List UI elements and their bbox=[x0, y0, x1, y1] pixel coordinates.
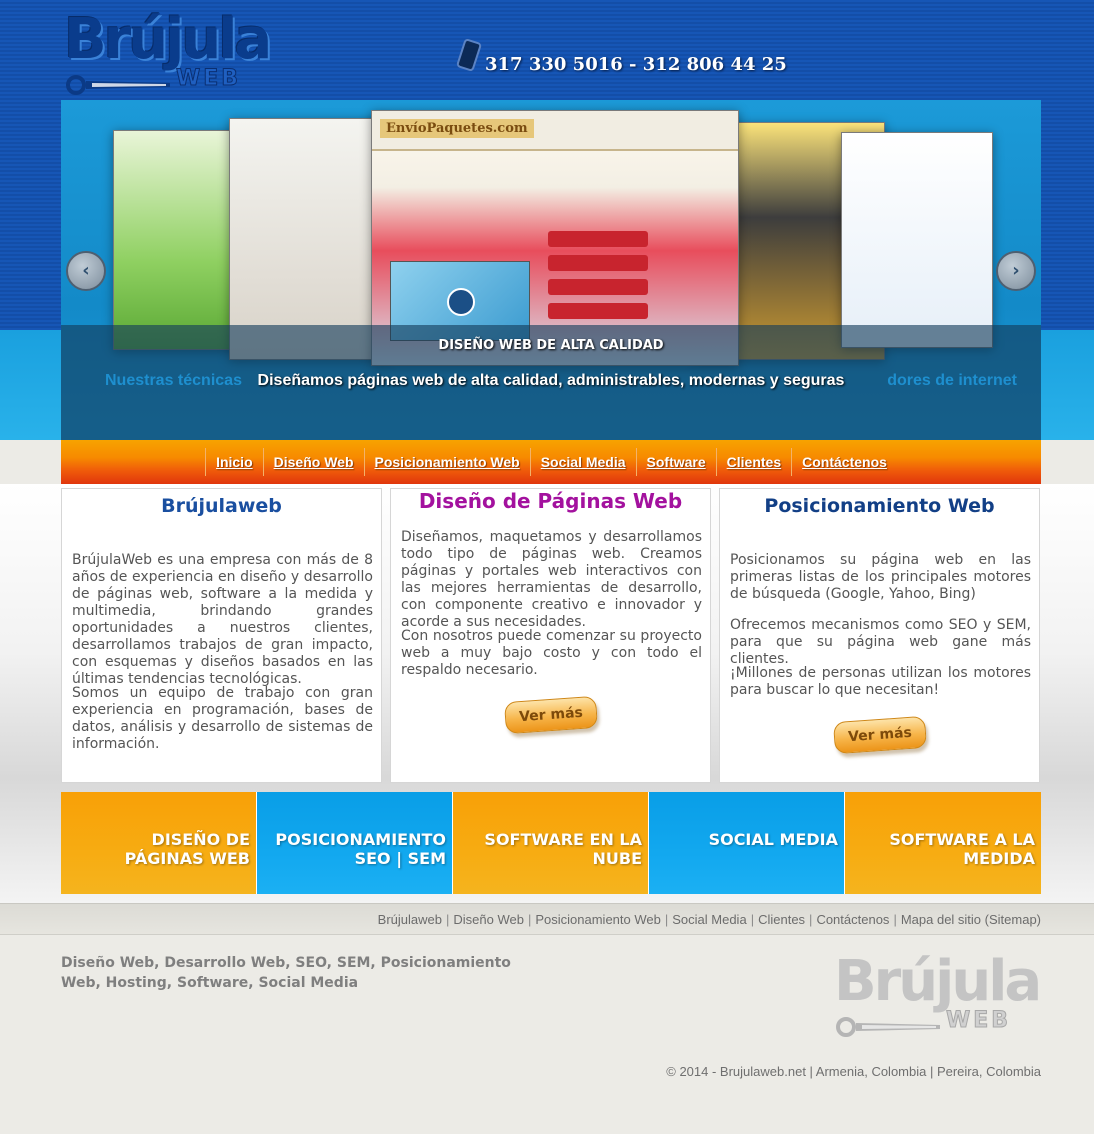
column-title: Brújulaweb bbox=[161, 495, 282, 517]
logo-text: Brújula bbox=[64, 7, 272, 72]
tile-label: SOCIAL MEDIA bbox=[708, 830, 838, 849]
nav-item-posicionamiento-web[interactable]: Posicionamiento Web bbox=[365, 448, 531, 476]
footer-logo: Brújula WEB bbox=[834, 950, 1044, 1045]
nav-item-contactenos[interactable]: Contáctenos bbox=[792, 448, 897, 476]
tile-software-nube[interactable]: SOFTWARE EN LA NUBE bbox=[453, 792, 649, 894]
footer-link-posicionamiento[interactable]: Posicionamiento Web bbox=[535, 912, 661, 927]
footer-link-diseno-web[interactable]: Diseño Web bbox=[453, 912, 524, 927]
column-paragraph: BrújulaWeb es una empresa con más de 8 a… bbox=[72, 552, 373, 687]
screenshot-header: EnvíoPaquetes.com bbox=[372, 111, 738, 151]
compass-needle-icon bbox=[836, 1017, 940, 1037]
footer-link-sitemap[interactable]: Mapa del sitio (Sitemap) bbox=[901, 912, 1041, 927]
slider-next-button[interactable]: › bbox=[996, 251, 1036, 291]
footer-separator: | bbox=[809, 912, 813, 927]
hero-slider: EnvíoPaquetes.com DISEÑO WEB DE ALTA CAL… bbox=[61, 100, 1041, 440]
service-tiles: DISEÑO DE PÁGINAS WEB POSICIONAMIENTO SE… bbox=[61, 792, 1041, 894]
logo-sub-text: WEB bbox=[175, 66, 242, 92]
nav-item-software[interactable]: Software bbox=[637, 448, 717, 476]
screenshot-logo: EnvíoPaquetes.com bbox=[380, 119, 534, 138]
footer-separator: | bbox=[527, 912, 532, 927]
chevron-right-icon: › bbox=[1012, 260, 1020, 281]
slide-text: Diseñamos páginas web de alta calidad, a… bbox=[257, 372, 845, 389]
footer-link-brujulaweb[interactable]: Brújulaweb bbox=[378, 912, 442, 927]
footer-logo-sub-text: WEB bbox=[945, 1008, 1012, 1034]
column-diseno-paginas: Diseño de Páginas Web Diseñamos, maqueta… bbox=[390, 488, 711, 783]
main-nav: Inicio Diseño Web Posicionamiento Web So… bbox=[61, 440, 1041, 484]
column-title: Posicionamiento Web bbox=[764, 495, 995, 517]
tile-label: SOFTWARE EN LA NUBE bbox=[484, 830, 642, 868]
footer-separator: | bbox=[893, 912, 897, 927]
slide-caption: DISEÑO WEB DE ALTA CALIDAD bbox=[438, 338, 664, 353]
tile-diseno-paginas[interactable]: DISEÑO DE PÁGINAS WEB bbox=[61, 792, 257, 894]
ver-mas-button[interactable]: Ver más bbox=[503, 695, 599, 735]
slider-prev-button[interactable]: ‹ bbox=[66, 251, 106, 291]
site-logo[interactable]: Brújula WEB bbox=[64, 7, 272, 98]
screenshot-button bbox=[548, 279, 648, 295]
screenshot-button bbox=[548, 303, 648, 319]
footer-separator: | bbox=[446, 912, 450, 927]
column-posicionamiento: Posicionamiento Web Posicionamos su pági… bbox=[719, 488, 1040, 783]
column-paragraph: Ofrecemos mecanismos como SEO y SEM, par… bbox=[730, 617, 1031, 667]
nav-item-social-media[interactable]: Social Media bbox=[531, 448, 637, 476]
slide-screenshot bbox=[841, 132, 993, 348]
column-paragraph: Con nosotros puede comenzar su proyecto … bbox=[401, 628, 702, 678]
footer-tagline: Diseño Web, Desarrollo Web, SEO, SEM, Po… bbox=[61, 955, 511, 991]
footer-separator: | bbox=[750, 912, 755, 927]
tile-social-media[interactable]: SOCIAL MEDIA bbox=[649, 792, 845, 894]
nav-item-diseno-web[interactable]: Diseño Web bbox=[264, 448, 365, 476]
compass-needle-icon bbox=[66, 75, 170, 95]
screenshot-button bbox=[548, 255, 648, 271]
tile-label: SOFTWARE A LA MEDIDA bbox=[889, 830, 1035, 868]
footer-links: Brújulaweb | Diseño Web | Posicionamiento We… bbox=[378, 912, 1041, 927]
tile-label: POSICIONAMIENTO SEO | SEM bbox=[275, 830, 446, 868]
footer-links-bar: Brújulaweb | Diseño Web | Posicionamiento We… bbox=[0, 903, 1094, 935]
column-title: Diseño de Páginas Web bbox=[418, 489, 683, 513]
footer-link-social-media[interactable]: Social Media bbox=[672, 912, 746, 927]
ver-mas-button[interactable]: Ver más bbox=[832, 715, 928, 755]
nav-item-clientes[interactable]: Clientes bbox=[717, 448, 793, 476]
footer-copyright: © 2014 - Brujulaweb.net | Armenia, Colom… bbox=[666, 1064, 1041, 1079]
phone-icon bbox=[455, 37, 483, 73]
column-paragraph: Posicionamos su página web en las primer… bbox=[730, 552, 1031, 602]
column-brujulaweb: Brújulaweb BrújulaWeb es una empresa con… bbox=[61, 488, 382, 783]
footer-link-clientes[interactable]: Clientes bbox=[758, 912, 805, 927]
play-icon bbox=[447, 288, 475, 316]
slide-screenshot bbox=[229, 118, 389, 360]
nav-items: Inicio Diseño Web Posicionamiento Web So… bbox=[61, 440, 1041, 484]
chevron-left-icon: ‹ bbox=[82, 260, 90, 281]
footer-separator: | bbox=[664, 912, 669, 927]
column-paragraph: ¡Millones de personas utilizan los motor… bbox=[730, 665, 1031, 698]
column-paragraph: Somos un equipo de trabajo con gran expe… bbox=[72, 685, 373, 752]
tile-software-medida[interactable]: SOFTWARE A LA MEDIDA bbox=[845, 792, 1041, 894]
footer-logo-text: Brújula bbox=[834, 949, 1042, 1014]
phone-numbers: 317 330 5016 - 312 806 44 25 bbox=[485, 54, 787, 75]
tile-label: DISEÑO DE PÁGINAS WEB bbox=[124, 830, 250, 868]
column-paragraph: Diseñamos, maquetamos y desarrollamos to… bbox=[401, 529, 702, 630]
nav-item-inicio[interactable]: Inicio bbox=[205, 448, 264, 476]
footer-link-contactenos[interactable]: Contáctenos bbox=[816, 912, 889, 927]
tile-posicionamiento[interactable]: POSICIONAMIENTO SEO | SEM bbox=[257, 792, 453, 894]
screenshot-button bbox=[548, 231, 648, 247]
screenshot-buttons bbox=[548, 231, 648, 327]
